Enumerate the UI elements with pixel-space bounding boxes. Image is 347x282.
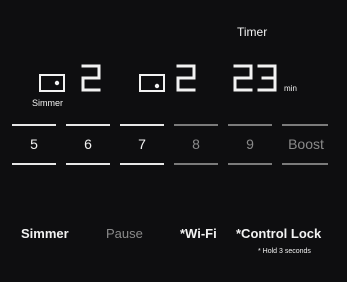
level-bar-top-7: [120, 124, 164, 126]
level-5-button[interactable]: 5: [14, 136, 54, 152]
timer-minutes-display[interactable]: [232, 63, 282, 93]
burner-1-level-digit[interactable]: [80, 63, 102, 93]
level-bar-bottom-8: [174, 163, 218, 165]
hold-instruction-text: * Hold 3 seconds: [258, 248, 311, 255]
burner-1-label: Simmer: [32, 98, 63, 108]
level-bar-bottom-5: [12, 163, 56, 165]
level-bar-bottom-7: [120, 163, 164, 165]
level-bar-top-6: [66, 124, 110, 126]
timer-unit-label: min: [284, 84, 297, 93]
level-bar-bottom-9: [228, 163, 272, 165]
level-bar-top-9: [228, 124, 272, 126]
level-boost-button[interactable]: Boost: [284, 136, 328, 152]
level-bar-top-5: [12, 124, 56, 126]
level-bar-top-boost: [282, 124, 328, 126]
burner-1-indicator-icon: [39, 74, 65, 92]
burner-2-indicator-icon: [139, 74, 165, 92]
level-7-button[interactable]: 7: [122, 136, 162, 152]
level-9-button[interactable]: 9: [230, 136, 270, 152]
pause-button[interactable]: Pause: [106, 226, 143, 241]
level-bar-bottom-boost: [282, 163, 328, 165]
level-bar-top-8: [174, 124, 218, 126]
level-8-button[interactable]: 8: [176, 136, 216, 152]
cooktop-control-panel: Timer Simmer min 5 6 7 8 9 Boost Simmer …: [0, 0, 347, 282]
level-6-button[interactable]: 6: [68, 136, 108, 152]
simmer-button[interactable]: Simmer: [21, 226, 69, 241]
level-bar-bottom-6: [66, 163, 110, 165]
control-lock-button[interactable]: *Control Lock: [236, 226, 321, 241]
wifi-button[interactable]: *Wi-Fi: [180, 226, 217, 241]
timer-label: Timer: [237, 25, 268, 39]
burner-2-level-digit[interactable]: [175, 63, 197, 93]
